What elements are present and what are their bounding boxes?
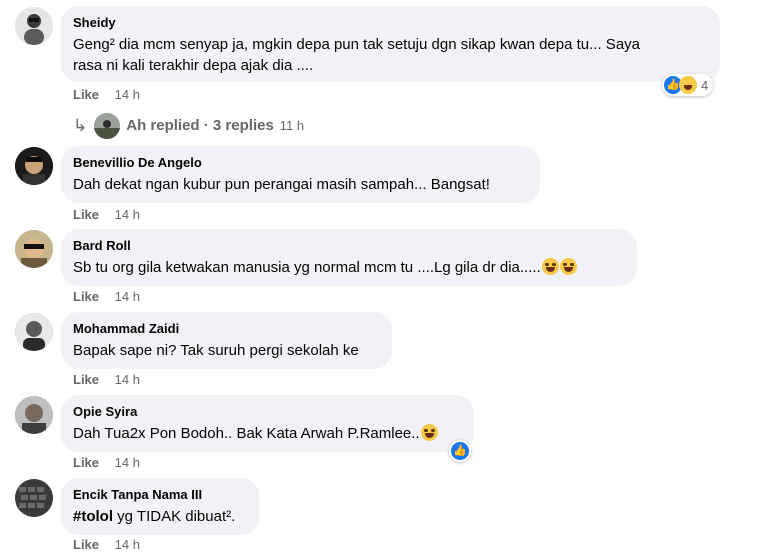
timestamp[interactable]: 14 h <box>115 537 140 552</box>
avatar[interactable] <box>15 479 53 517</box>
avatar[interactable] <box>15 396 53 434</box>
laughing-emoji-icon <box>541 258 559 275</box>
like-button[interactable]: Like <box>73 87 99 102</box>
commenter-name[interactable]: Sheidy <box>73 14 708 31</box>
comment-text: Bapak sape ni? Tak suruh pergi sekolah k… <box>73 342 359 359</box>
comment-bubble: Mohammad Zaidi Bapak sape ni? Tak suruh … <box>61 312 392 369</box>
timestamp[interactable]: 14 h <box>115 455 140 470</box>
comment-bubble: Opie Syira Dah Tua2x Pon Bodoh.. Bak Kat… <box>61 395 474 452</box>
comment-bubble: Bard Roll Sb tu org gila ketwakan manusi… <box>61 229 637 286</box>
reaction-summary[interactable]: 👍 4 <box>662 74 714 96</box>
avatar[interactable] <box>15 313 53 351</box>
timestamp[interactable]: 14 h <box>115 372 140 387</box>
timestamp[interactable]: 14 h <box>115 87 140 102</box>
comment-actions: Like 14 h <box>73 537 140 553</box>
comment-actions: Like 14 h <box>73 372 140 388</box>
laughing-emoji-icon <box>420 424 438 441</box>
timestamp[interactable]: 14 h <box>115 289 140 304</box>
like-button[interactable]: Like <box>73 455 99 470</box>
avatar[interactable] <box>15 147 53 185</box>
comment-text: Geng² dia mcm senyap ja, mgkin depa pun … <box>73 34 708 76</box>
hashtag-link[interactable]: #tolol <box>73 508 113 525</box>
like-button[interactable]: Like <box>73 537 99 552</box>
comment-actions: Like 14 h <box>73 207 140 223</box>
avatar[interactable] <box>15 7 53 45</box>
haha-reaction-icon <box>679 76 697 94</box>
comment-text-line: Geng² dia mcm senyap ja, mgkin depa pun … <box>73 36 640 53</box>
comment-text-content: Sb tu org gila ketwakan manusia yg norma… <box>73 259 541 276</box>
timestamp[interactable]: 14 h <box>115 207 140 222</box>
comment-actions: Like 14 h <box>73 289 140 305</box>
like-button[interactable]: Like <box>73 289 99 304</box>
commenter-name[interactable]: Encik Tanpa Nama III <box>73 486 247 503</box>
like-reaction-icon: 👍 <box>451 442 469 460</box>
view-replies-link[interactable]: ↳ Ah replied · 3 replies 11 h <box>73 113 304 139</box>
commenter-name[interactable]: Benevillio De Angelo <box>73 154 528 171</box>
reply-arrow-icon: ↳ <box>73 116 88 135</box>
avatar <box>94 113 121 139</box>
comment-text-line: rasa ni kali terakhir depa ajak dia .... <box>73 57 314 74</box>
laughing-emoji-icon <box>559 258 577 275</box>
commenter-name[interactable]: Mohammad Zaidi <box>73 320 380 337</box>
comment-text-content: Dah Tua2x Pon Bodoh.. Bak Kata Arwah P.R… <box>73 425 420 442</box>
comment-bubble: Encik Tanpa Nama III #tolol yg TIDAK dib… <box>61 478 259 535</box>
comment-text: #tolol yg TIDAK dibuat². <box>73 506 247 527</box>
comment-bubble: Sheidy Geng² dia mcm senyap ja, mgkin de… <box>61 6 720 82</box>
reaction-summary[interactable]: 👍 <box>449 440 471 462</box>
comment-actions: Like 14 h <box>73 455 140 471</box>
comment-text: Dah Tua2x Pon Bodoh.. Bak Kata Arwah P.R… <box>73 423 462 444</box>
reaction-count: 4 <box>701 77 709 93</box>
like-button[interactable]: Like <box>73 372 99 387</box>
commenter-name[interactable]: Bard Roll <box>73 237 625 254</box>
comment-text: Sb tu org gila ketwakan manusia yg norma… <box>73 257 625 278</box>
comment-actions: Like 14 h <box>73 87 140 103</box>
like-button[interactable]: Like <box>73 207 99 222</box>
avatar[interactable] <box>15 230 53 268</box>
replies-timestamp: 11 h <box>279 118 305 133</box>
comment-bubble: Benevillio De Angelo Dah dekat ngan kubu… <box>61 146 540 203</box>
comment-text: Dah dekat ngan kubur pun perangai masih … <box>73 176 490 193</box>
commenter-name[interactable]: Opie Syira <box>73 403 462 420</box>
replies-label[interactable]: Ah replied · 3 replies <box>126 116 274 136</box>
comment-text-content: yg TIDAK dibuat². <box>113 508 236 525</box>
